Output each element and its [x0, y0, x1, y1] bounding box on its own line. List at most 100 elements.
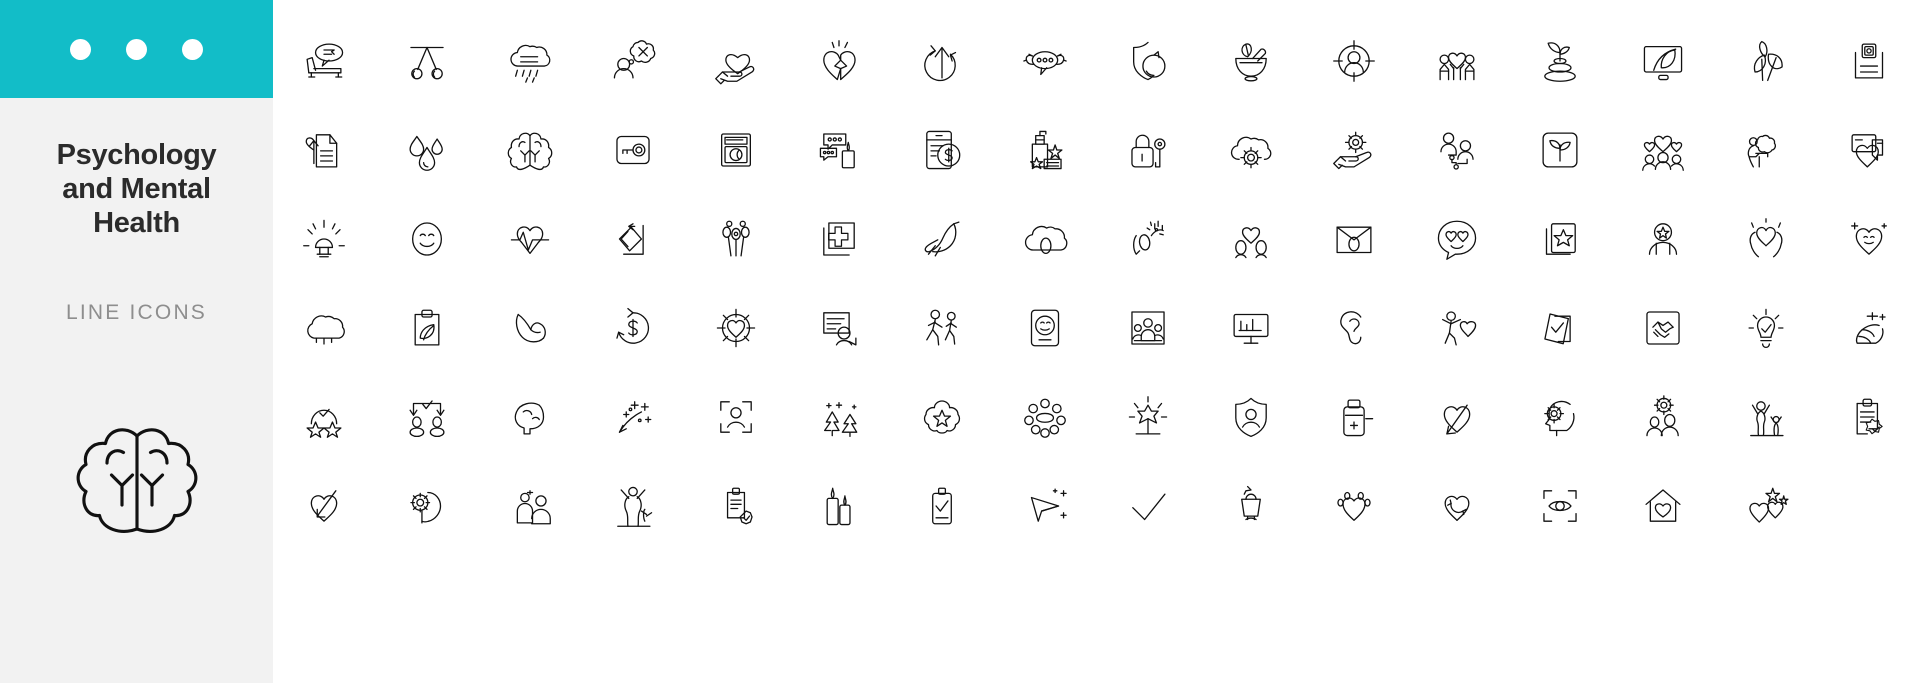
- pill-bottle-icon[interactable]: [1302, 372, 1405, 461]
- shield-id-card-icon[interactable]: [1199, 372, 1302, 461]
- flower-star-icon[interactable]: [891, 372, 994, 461]
- medical-record-photo-icon[interactable]: [1817, 16, 1920, 105]
- check-mark-icon[interactable]: [582, 461, 685, 550]
- clipboard-leaf-icon[interactable]: [376, 283, 479, 372]
- flexed-arm-muscle-icon[interactable]: [479, 283, 582, 372]
- rain-cloud-icon[interactable]: [479, 16, 582, 105]
- hearts-stars-icon[interactable]: [1199, 461, 1302, 550]
- head-gear-thinking-icon[interactable]: [1508, 372, 1611, 461]
- padlock-key-icon[interactable]: [1097, 105, 1200, 194]
- recycle-heart-icon[interactable]: [891, 461, 994, 550]
- sunrise-light-icon[interactable]: [273, 194, 376, 283]
- first-aid-plant-icon[interactable]: [1508, 105, 1611, 194]
- hand-holding-gear-icon[interactable]: [1302, 105, 1405, 194]
- paw-heart-two-icon[interactable]: [1302, 461, 1405, 550]
- hands-heart-raise-icon[interactable]: [1714, 194, 1817, 283]
- money-refresh-icon[interactable]: [582, 283, 685, 372]
- dove-peace-icon[interactable]: [891, 194, 994, 283]
- trees-sparkle-icon[interactable]: [788, 372, 891, 461]
- person-desk-thought-cloud-icon[interactable]: [1714, 105, 1817, 194]
- brain-icon[interactable]: [479, 105, 582, 194]
- cloud-thought-icon[interactable]: [273, 283, 376, 372]
- two-hearts-people-icon[interactable]: [1199, 194, 1302, 283]
- two-people-heart-icon[interactable]: [1405, 16, 1508, 105]
- cloud-egg-icon[interactable]: [994, 194, 1097, 283]
- hand-holding-heart-icon[interactable]: [685, 16, 788, 105]
- brain-side-icon[interactable]: [479, 372, 582, 461]
- walking-people-icon[interactable]: [891, 283, 994, 372]
- zen-stones-plant-icon[interactable]: [1508, 16, 1611, 105]
- icon-grid-area: [273, 0, 1920, 683]
- candles-icon[interactable]: [273, 461, 376, 550]
- chat-bubbles-candle-icon[interactable]: [788, 105, 891, 194]
- topbar-dot-1: [70, 38, 91, 60]
- broken-heart-icon[interactable]: [788, 16, 891, 105]
- shield-refresh-icon[interactable]: [1097, 16, 1200, 105]
- document-person-search-icon[interactable]: [788, 283, 891, 372]
- group-hearts-icon[interactable]: [1611, 105, 1714, 194]
- recovery-arrow-up-icon[interactable]: [891, 16, 994, 105]
- lightbulb-check-icon[interactable]: [1714, 283, 1817, 372]
- heart-document-upload-icon[interactable]: [273, 105, 376, 194]
- group-presentation-icon[interactable]: [1097, 283, 1200, 372]
- heart-smiling-sparkle-icon[interactable]: [1817, 194, 1920, 283]
- cloud-gear-icon[interactable]: [1199, 105, 1302, 194]
- person-negative-thought-bubble-icon[interactable]: [582, 16, 685, 105]
- person-target-icon[interactable]: [1302, 16, 1405, 105]
- key-card-icon[interactable]: [582, 105, 685, 194]
- sunburst-gear-icon[interactable]: [1097, 372, 1200, 461]
- person-stretching-sparkle-icon[interactable]: [1097, 194, 1200, 283]
- clipboard-badge-icon[interactable]: [1817, 372, 1920, 461]
- therapy-couch-speech-bubble-icon[interactable]: [273, 16, 376, 105]
- mortar-pestle-herb-icon[interactable]: [1199, 16, 1302, 105]
- hearts-stars-group-icon[interactable]: [1714, 461, 1817, 550]
- envelope-letter-icon[interactable]: [1302, 194, 1405, 283]
- ear-listen-icon[interactable]: [1302, 283, 1405, 372]
- person-star-badge-icon[interactable]: [1611, 194, 1714, 283]
- heart-arrow-growth-icon[interactable]: [1405, 372, 1508, 461]
- topbar-dot-2: [126, 38, 147, 60]
- briefcase-check-icon[interactable]: [376, 461, 479, 550]
- people-network-icon[interactable]: [1405, 105, 1508, 194]
- person-celebrating-plants-icon[interactable]: [1714, 372, 1817, 461]
- handshake-frame-icon[interactable]: [1611, 283, 1714, 372]
- home-heart-house-icon[interactable]: [1611, 461, 1714, 550]
- smiley-phone-icon[interactable]: [994, 283, 1097, 372]
- paw-heart-icon[interactable]: [788, 461, 891, 550]
- checked-cards-icon[interactable]: [1508, 283, 1611, 372]
- heartbeat-pulse-icon[interactable]: [479, 194, 582, 283]
- leaves-icon[interactable]: [1714, 16, 1817, 105]
- presentation-board-icon[interactable]: [1199, 283, 1302, 372]
- person-heart-celebrate-icon[interactable]: [1405, 283, 1508, 372]
- chat-heart-icon[interactable]: [1817, 105, 1920, 194]
- circle-dots-bloom-icon[interactable]: [994, 372, 1097, 461]
- face-scan-icon[interactable]: [685, 372, 788, 461]
- monitor-leaf-icon[interactable]: [1611, 16, 1714, 105]
- recycle-heart-arrows-icon[interactable]: [1405, 461, 1508, 550]
- dandelion-icon[interactable]: [685, 194, 788, 283]
- paper-plane-sparkle-icon[interactable]: [479, 461, 582, 550]
- page-subtitle: LINE ICONS: [65, 301, 208, 325]
- washing-machine-icon[interactable]: [685, 105, 788, 194]
- choice-decision-icon[interactable]: [376, 372, 479, 461]
- two-people-gear-icon[interactable]: [1611, 372, 1714, 461]
- soap-dispenser-stars-icon[interactable]: [994, 105, 1097, 194]
- heart-target-icon[interactable]: [685, 283, 788, 372]
- pendulum-hypnosis-icon[interactable]: [376, 16, 479, 105]
- heart-eyes-chat-icon[interactable]: [1405, 194, 1508, 283]
- star-card-icon[interactable]: [1508, 194, 1611, 283]
- trophy-icon[interactable]: [685, 461, 788, 550]
- home-heart-icon[interactable]: [1097, 461, 1200, 550]
- hand-sparkle-icon[interactable]: [1817, 283, 1920, 372]
- award-stars-check-icon[interactable]: [273, 372, 376, 461]
- flip-card-icon[interactable]: [582, 194, 685, 283]
- icon-grid: [273, 16, 1920, 550]
- smiley-face-icon[interactable]: [376, 194, 479, 283]
- speech-bubble-strong-arms-icon[interactable]: [994, 16, 1097, 105]
- eye-scan-frame-icon[interactable]: [1508, 461, 1611, 550]
- water-drops-icon[interactable]: [376, 105, 479, 194]
- mobile-payment-icon[interactable]: [891, 105, 994, 194]
- fireworks-sparkle-icon[interactable]: [582, 372, 685, 461]
- eye-scan-icon[interactable]: [994, 461, 1097, 550]
- hospital-cross-photo-icon[interactable]: [788, 194, 891, 283]
